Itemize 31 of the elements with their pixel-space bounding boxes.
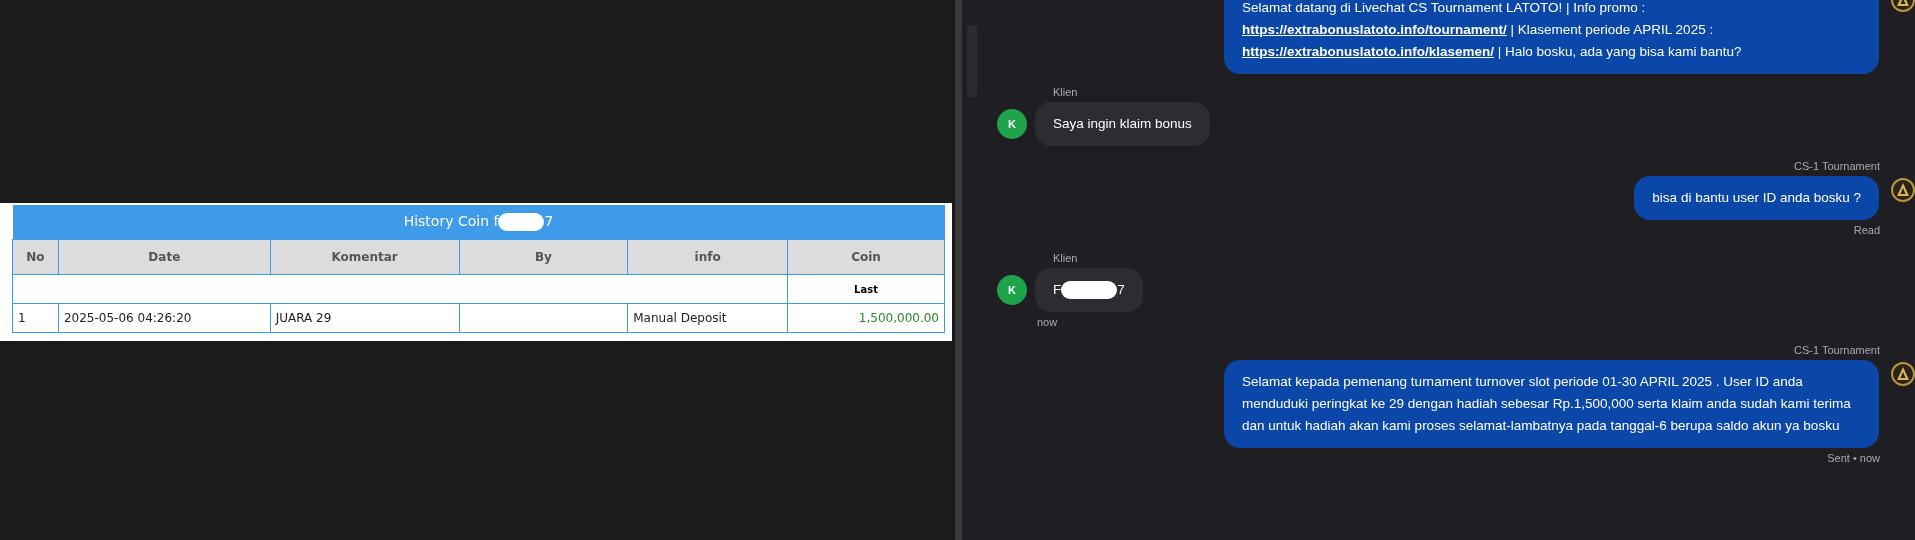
avatar: K [997,109,1027,139]
message-status: now [1037,316,1058,328]
message-bubble: Selamat datang di Livechat CS Tournament LATOTO! | Info promo : https://extrabonuslatoto.info/tournament/ | Klasement periode APRIL 2025 : https://extrabonuslatoto.info/klasemen/ | Halo bosku, ada yang bisa kami bantu? [1224,0,1879,74]
message-status: Read [1853,224,1880,236]
column-header: Date [58,239,271,275]
link[interactable]: https://extrabonuslatoto.info/tournament/ [1242,22,1507,37]
column-header: info [627,239,788,275]
table-cell: JUARA 29 [270,303,459,333]
redaction-mark [498,213,545,231]
sender-name: CS-1 Tournament [1794,160,1880,172]
table-title-text: History Coin f [403,213,499,229]
column-header: Coin [787,239,945,275]
table-cell: Manual Deposit [627,303,788,333]
message-bubble: F 7 [1035,268,1143,312]
table-title-text: 7 [544,213,554,229]
column-header: No [12,239,59,275]
message-bubble: Selamat kepada pemenang turnament turnover slot periode 01-30 APRIL 2025 . User ID anda menduduki peringkat ke 29 dengan hadiah sebesar Rp.1,500,000 serta klaim anda sudah kami terima dan untuk hadiah akan kami proses selamat-lambatnya pada tanggal-6 berupa saldo akun ya bosku [1224,360,1879,448]
subheader-label: Last [853,283,879,295]
avatar: K [997,275,1027,305]
column-header: By [459,239,628,275]
message-status: Sent • now [1827,452,1880,464]
column-header: Komentar [270,239,459,275]
message-bubble: bisa di bantu user ID anda bosku ? [1634,176,1879,220]
table-cell: 1,500,000.00 [787,303,945,333]
sender-name: Klien [1053,252,1078,264]
table-cell: 2025-05-06 04:26:20 [58,303,271,333]
table-cell: 1 [12,303,59,333]
message-bubble: Saya ingin klaim bonus [1035,102,1210,146]
sender-name: Klien [1053,86,1078,98]
sender-name: CS-1 Tournament [1794,344,1880,356]
link[interactable]: https://extrabonuslatoto.info/klasemen/ [1242,44,1495,59]
